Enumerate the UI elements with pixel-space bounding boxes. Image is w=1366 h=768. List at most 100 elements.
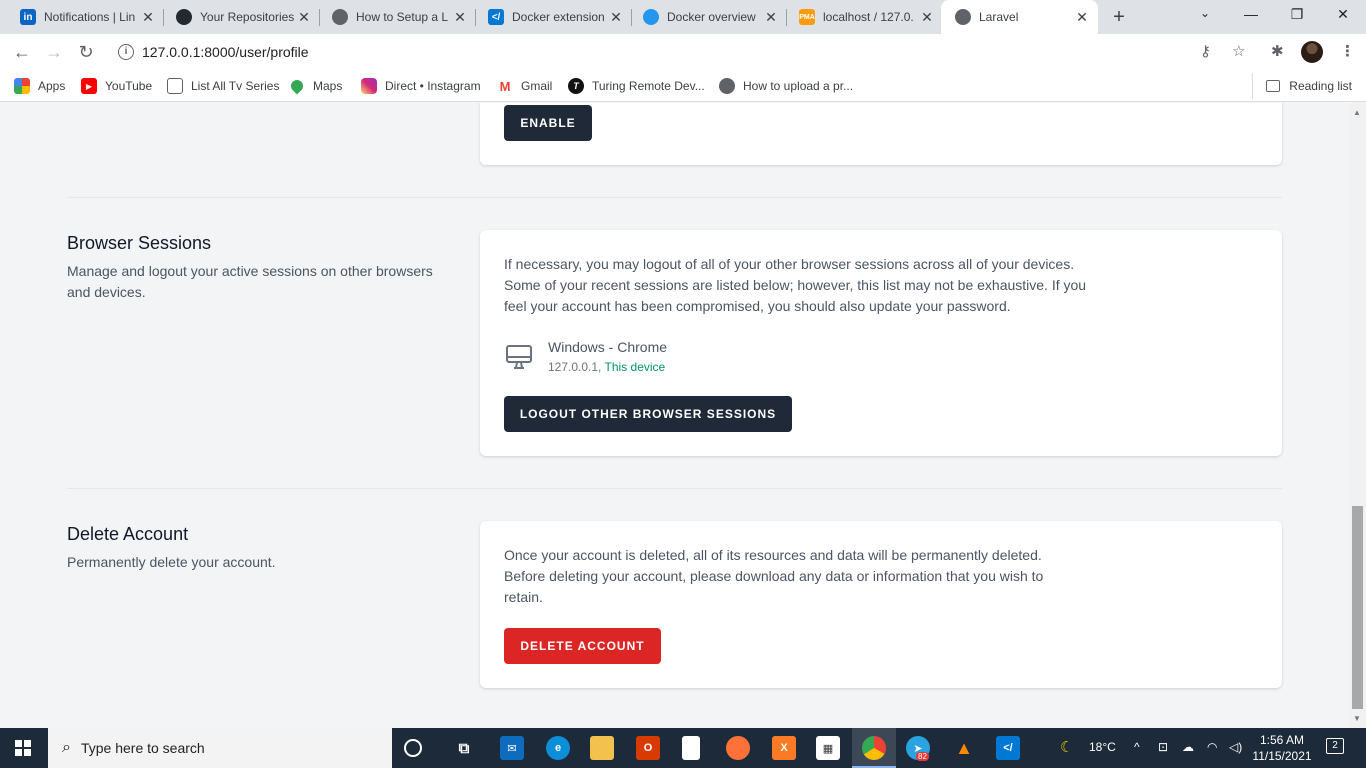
minimize-icon[interactable]: — <box>1236 6 1266 22</box>
bookmark-instagram[interactable]: Direct • Instagram <box>361 76 481 96</box>
back-arrow-icon[interactable]: ← <box>10 40 34 64</box>
tab-phpmyadmin[interactable]: PMA localhost / 127.0. ✕ <box>779 0 943 34</box>
scroll-down-arrow-icon[interactable]: ▼ <box>1353 714 1361 723</box>
wifi-icon[interactable]: ◠ <box>1207 740 1217 754</box>
close-icon[interactable]: ✕ <box>294 9 314 26</box>
file-explorer-icon[interactable] <box>590 736 614 760</box>
logout-other-sessions-button[interactable]: Logout Other Browser Sessions <box>504 396 792 432</box>
delete-account-card: Once your account is deleted, all of its… <box>480 521 1282 688</box>
globe-icon <box>955 9 971 25</box>
menu-kebab-icon[interactable]: ⋮ <box>1340 42 1355 60</box>
tv-icon <box>167 78 183 94</box>
key-icon[interactable]: ⚷ <box>1200 42 1211 60</box>
scroll-up-arrow-icon[interactable]: ▲ <box>1353 108 1361 117</box>
tab-docker-overview[interactable]: Docker overview ✕ <box>623 0 787 34</box>
vscode-icon[interactable]: </ <box>996 736 1020 760</box>
notepad-icon[interactable] <box>682 736 700 760</box>
close-icon[interactable]: ✕ <box>450 9 470 26</box>
search-icon: ⌕ <box>62 739 71 756</box>
cortana-icon[interactable] <box>404 739 422 757</box>
tab-title: localhost / 127.0. <box>823 10 914 24</box>
new-tab-plus-icon[interactable]: + <box>1108 6 1130 29</box>
firefox-icon[interactable] <box>726 736 750 760</box>
restore-icon[interactable]: ❐ <box>1282 6 1312 23</box>
reading-list-icon <box>1266 80 1281 92</box>
close-icon[interactable]: ✕ <box>138 9 158 26</box>
vlc-icon[interactable]: ▲ <box>952 736 976 760</box>
turing-icon: T <box>568 78 584 94</box>
tab-strip: in Notifications | Lin ✕ Your Repositori… <box>0 0 1366 34</box>
docker-icon <box>643 9 659 25</box>
bookmark-apps[interactable]: Apps <box>14 76 65 96</box>
tab-laravel[interactable]: Laravel ✕ <box>941 0 1098 34</box>
tab-linkedin[interactable]: in Notifications | Lin ✕ <box>0 0 164 34</box>
reload-icon[interactable]: ↻ <box>74 40 98 64</box>
bookmark-youtube[interactable]: ▶ YouTube <box>81 76 152 96</box>
scrollbar-thumb[interactable] <box>1352 506 1363 709</box>
bookmark-label: How to upload a pr... <box>743 79 854 93</box>
site-info-icon[interactable]: i <box>118 44 134 60</box>
notifications-icon[interactable]: 2 <box>1326 738 1344 754</box>
browser-sessions-info: If necessary, you may logout of all of y… <box>504 256 1087 314</box>
bookmark-label: YouTube <box>105 79 153 93</box>
bookmark-label: Turing Remote Dev... <box>592 79 705 93</box>
taskbar-search[interactable]: ⌕ Type here to search <box>48 728 392 768</box>
bookmark-label: Apps <box>38 79 66 93</box>
desktop-computer-icon <box>504 342 534 372</box>
close-icon[interactable]: ✕ <box>1072 9 1092 26</box>
tab-title: Notifications | Lin <box>44 10 136 24</box>
mail-icon[interactable]: ✉ <box>500 736 524 760</box>
session-meta: 127.0.0.1, This device <box>548 360 665 374</box>
bookmark-maps[interactable]: Maps <box>288 76 342 96</box>
two-factor-card: Enable <box>480 103 1282 165</box>
telegram-badge: 82 <box>916 752 929 761</box>
chrome-icon[interactable] <box>862 736 886 760</box>
address-bar[interactable]: i 127.0.0.1:8000/user/profile <box>108 37 1258 67</box>
maps-icon <box>288 77 306 95</box>
bookmark-tv-series[interactable]: List All Tv Series <box>167 76 279 96</box>
bookmark-upload-guide[interactable]: How to upload a pr... <box>719 76 853 96</box>
taskbar-clock[interactable]: 1:56 AM 11/15/2021 <box>1252 732 1312 764</box>
delete-account-info: Once your account is deleted, all of its… <box>504 547 1044 605</box>
microsoft-store-icon[interactable]: ▦ <box>816 736 840 760</box>
onedrive-cloud-icon[interactable]: ☁ <box>1182 740 1194 754</box>
tab-docker-extension[interactable]: </ Docker extension ✕ <box>468 0 632 34</box>
enable-2fa-button[interactable]: Enable <box>504 105 592 141</box>
weather-temp[interactable]: 18°C <box>1089 740 1116 754</box>
session-device: Windows - Chrome <box>548 339 668 355</box>
volume-icon[interactable]: ◁) <box>1229 740 1242 754</box>
delete-account-button[interactable]: Delete Account <box>504 628 661 664</box>
office-icon[interactable]: O <box>636 736 660 760</box>
search-placeholder: Type here to search <box>80 740 205 756</box>
edge-icon[interactable]: e <box>546 736 570 760</box>
tab-setup-guide[interactable]: How to Setup a L ✕ <box>312 0 476 34</box>
meet-now-icon[interactable]: ⊡ <box>1158 740 1168 754</box>
clock-date: 11/15/2021 <box>1252 749 1312 763</box>
reading-list[interactable]: Reading list <box>1252 73 1352 99</box>
task-view-icon[interactable]: ⧉ <box>452 736 476 760</box>
bookmark-gmail[interactable]: M Gmail <box>497 76 552 96</box>
browser-sessions-title: Browser Sessions <box>67 233 212 253</box>
close-icon[interactable]: ✕ <box>917 9 937 26</box>
window-close-icon[interactable]: ✕ <box>1328 6 1358 23</box>
bookmark-star-icon[interactable]: ☆ <box>1232 42 1245 60</box>
page-viewport: Enable Browser Sessions Manage and logou… <box>0 103 1350 728</box>
windows-taskbar: ⌕ Type here to search ⧉ ✉ e O X ▦ ➤ 82 ▲… <box>0 728 1366 768</box>
extensions-puzzle-icon[interactable]: ✱ <box>1271 42 1284 60</box>
xampp-icon[interactable]: X <box>772 736 796 760</box>
delete-account-description: Permanently delete your account. <box>67 554 276 570</box>
tray-chevron-icon[interactable]: ^ <box>1134 740 1140 754</box>
tab-search-chevron-icon[interactable]: ⌄ <box>1190 6 1220 20</box>
bookmark-turing[interactable]: T Turing Remote Dev... <box>568 76 705 96</box>
linkedin-icon: in <box>20 9 36 25</box>
forward-arrow-icon[interactable]: → <box>42 40 66 64</box>
tab-github[interactable]: Your Repositories ✕ <box>156 0 320 34</box>
windows-start-icon[interactable] <box>15 740 31 756</box>
close-icon[interactable]: ✕ <box>761 9 781 26</box>
phpmyadmin-icon: PMA <box>799 9 815 25</box>
url-text[interactable]: 127.0.0.1:8000/user/profile <box>142 44 309 60</box>
tab-title: Laravel <box>979 10 1019 24</box>
profile-avatar[interactable] <box>1301 41 1323 63</box>
moon-weather-icon[interactable]: ☾ <box>1060 738 1073 756</box>
apps-grid-icon <box>14 78 30 94</box>
